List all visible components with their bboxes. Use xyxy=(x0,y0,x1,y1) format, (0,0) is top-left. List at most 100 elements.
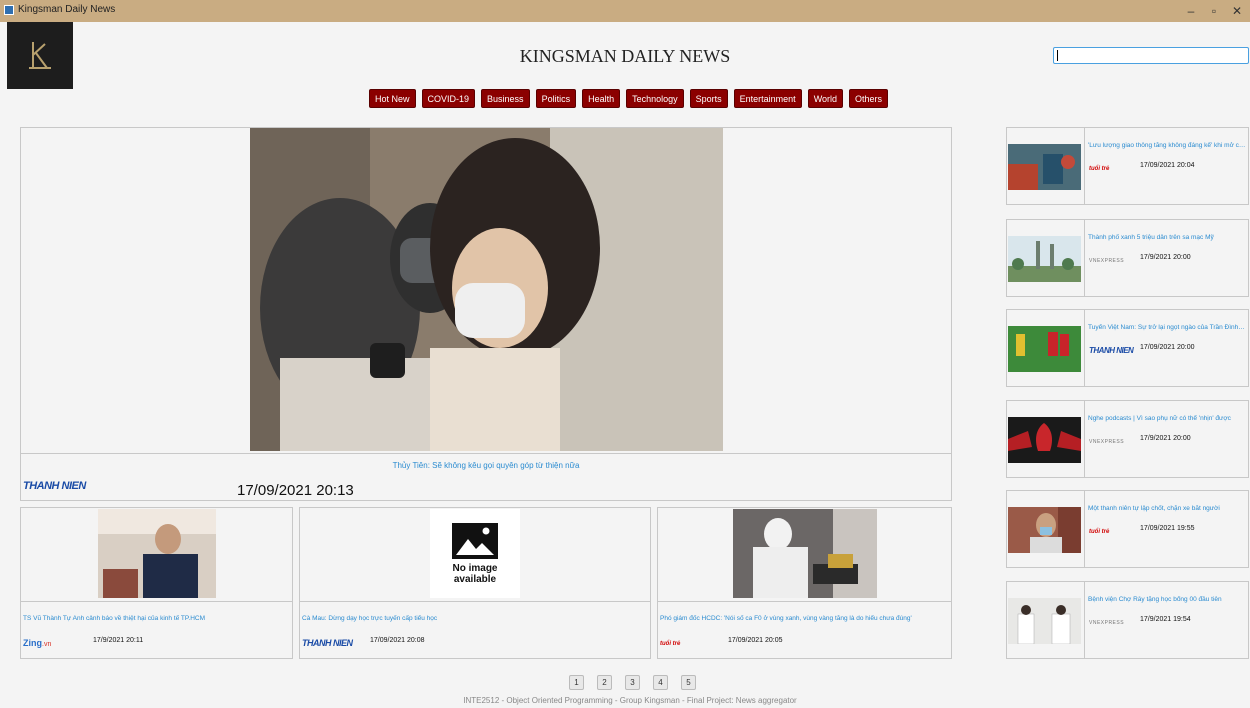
page-button-3[interactable]: 3 xyxy=(625,675,640,690)
sidebar-thumbnail[interactable] xyxy=(1008,598,1081,644)
thumbnail-photo xyxy=(1008,326,1081,372)
category-others[interactable]: Others xyxy=(849,89,889,108)
category-health[interactable]: Health xyxy=(582,89,621,108)
title-bar: Kingsman Daily News – ▫ ✕ xyxy=(0,0,1250,22)
sidebar-title[interactable]: Bệnh viện Chợ Rẫy tặng học bổng 00 đầu t… xyxy=(1088,596,1246,603)
source-logo-zing: Zing.vn xyxy=(23,638,52,648)
logo-icon xyxy=(29,42,51,69)
sidebar-time: 17/09/2021 20:04 xyxy=(1140,162,1195,169)
article-title[interactable]: Phó giám đốc HCDC: 'Nói số ca F0 ở vùng … xyxy=(660,615,941,622)
thumbnail-photo xyxy=(733,509,877,598)
sidebar-thumbnail[interactable] xyxy=(1008,326,1081,372)
text-caret xyxy=(1057,50,1058,61)
source-logo-thanhnien: THANH NIEN xyxy=(1089,346,1134,355)
thumbnail-photo xyxy=(98,509,216,598)
sidebar-article[interactable]: Bệnh viện Chợ Rẫy tặng học bổng 00 đầu t… xyxy=(1006,581,1249,659)
article-info: Phó giám đốc HCDC: 'Nói số ca F0 ở vùng … xyxy=(658,601,951,658)
category-world[interactable]: World xyxy=(807,89,844,108)
source-logo-vnexpress: VNEXPRESS xyxy=(1089,620,1125,626)
sidebar-thumbnail[interactable] xyxy=(1008,417,1081,463)
sidebar-title[interactable]: Một thanh niên tự lập chốt, chặn xe bắt … xyxy=(1088,505,1246,512)
source-logo-tuoitre: tuổi trẻ xyxy=(1089,529,1110,535)
featured-article[interactable]: Thủy Tiên: Sẽ không kêu gọi quyên góp từ… xyxy=(20,127,952,501)
sidebar-article[interactable]: Một thanh niên tự lập chốt, chặn xe bắt … xyxy=(1006,490,1249,568)
site-title: KINGSMAN DAILY NEWS xyxy=(519,46,731,66)
search-input[interactable] xyxy=(1053,47,1249,64)
source-logo-thanhnien: THANH NIEN xyxy=(23,480,86,492)
sidebar-title[interactable]: 'Lưu lượng giao thông tăng không đáng kể… xyxy=(1088,142,1246,149)
article-card[interactable]: Phó giám đốc HCDC: 'Nói số ca F0 ở vùng … xyxy=(657,507,952,659)
category-sports[interactable]: Sports xyxy=(689,89,728,108)
sidebar-thumbnail[interactable] xyxy=(1008,236,1081,282)
article-thumbnail[interactable]: No image available xyxy=(430,509,520,598)
page-button-4[interactable]: 4 xyxy=(653,675,668,690)
article-info: Cà Mau: Dừng dạy học trực tuyến cấp tiểu… xyxy=(300,601,650,658)
logo[interactable] xyxy=(7,22,73,89)
window-title: Kingsman Daily News xyxy=(18,4,116,15)
thumbnail-photo xyxy=(1008,598,1081,644)
category-covid-19[interactable]: COVID-19 xyxy=(421,89,476,108)
sidebar-time: 17/9/2021 20:00 xyxy=(1140,254,1191,261)
article-title[interactable]: TS Vũ Thành Tự Anh cảnh báo về thiệt hại… xyxy=(23,615,283,622)
article-card[interactable]: TS Vũ Thành Tự Anh cảnh báo về thiệt hại… xyxy=(20,507,293,659)
sidebar-title[interactable]: Nghe podcasts | Vì sao phụ nữ có thể 'nh… xyxy=(1088,415,1246,422)
source-logo-vnexpress: VNEXPRESS xyxy=(1089,439,1125,445)
sidebar-time: 17/09/2021 19:55 xyxy=(1140,525,1195,532)
sidebar-article[interactable]: Thành phố xanh 5 triệu dân trên sa mạc M… xyxy=(1006,219,1249,297)
article-thumbnail[interactable] xyxy=(733,509,877,598)
sidebar-thumbnail[interactable] xyxy=(1008,507,1081,553)
maximize-button[interactable]: ▫ xyxy=(1203,2,1225,20)
category-nav: Hot New COVID-19 Business Politics Healt… xyxy=(369,89,889,108)
featured-time: 17/09/2021 20:13 xyxy=(237,482,354,499)
article-thumbnail[interactable] xyxy=(98,509,216,598)
source-logo-tuoitre: tuổi trẻ xyxy=(1089,166,1110,172)
category-hot-new[interactable]: Hot New xyxy=(369,89,416,108)
sidebar-time: 17/9/2021 19:54 xyxy=(1140,616,1191,623)
page-button-1[interactable]: 1 xyxy=(569,675,584,690)
source-logo-vnexpress: VNEXPRESS xyxy=(1089,258,1125,264)
article-info: TS Vũ Thành Tự Anh cảnh báo về thiệt hại… xyxy=(21,601,292,658)
close-button[interactable]: ✕ xyxy=(1226,2,1248,20)
featured-title[interactable]: Thủy Tiên: Sẽ không kêu gọi quyên góp từ… xyxy=(21,461,951,470)
source-logo-thanhnien: THANH NIEN xyxy=(302,638,353,648)
article-time: 17/09/2021 20:05 xyxy=(728,637,783,644)
app-window: { "window": { "title": "Kingsman Daily N… xyxy=(0,0,1250,708)
article-time: 17/9/2021 20:11 xyxy=(93,637,144,644)
thumbnail-photo xyxy=(1008,417,1081,463)
thumbnail-photo xyxy=(1008,236,1081,282)
page-button-2[interactable]: 2 xyxy=(597,675,612,690)
category-technology[interactable]: Technology xyxy=(626,89,684,108)
sidebar-thumbnail[interactable] xyxy=(1008,144,1081,190)
source-logo-tuoitre: tuổi trẻ xyxy=(660,641,681,647)
category-politics[interactable]: Politics xyxy=(535,89,577,108)
article-card[interactable]: No image available Cà Mau: Dừng dạy học … xyxy=(299,507,651,659)
sidebar-article[interactable]: 'Lưu lượng giao thông tăng không đáng kể… xyxy=(1006,127,1249,205)
sidebar-info: Bệnh viện Chợ Rẫy tặng học bổng 00 đầu t… xyxy=(1084,582,1248,658)
footer-text: INTE2512 - Object Oriented Programming -… xyxy=(463,696,797,705)
pagination: 1 2 3 4 5 xyxy=(569,675,696,690)
sidebar-info: 'Lưu lượng giao thông tăng không đáng kể… xyxy=(1084,128,1248,204)
app-icon xyxy=(4,5,14,15)
page-button-5[interactable]: 5 xyxy=(681,675,696,690)
featured-image[interactable] xyxy=(250,128,723,451)
article-title[interactable]: Cà Mau: Dừng dạy học trực tuyến cấp tiểu… xyxy=(302,615,638,622)
sidebar-info: Nghe podcasts | Vì sao phụ nữ có thể 'nh… xyxy=(1084,401,1248,477)
article-time: 17/09/2021 20:08 xyxy=(370,637,425,644)
no-image-label: No image available xyxy=(452,563,498,585)
sidebar-info: Thành phố xanh 5 triệu dân trên sa mạc M… xyxy=(1084,220,1248,296)
category-business[interactable]: Business xyxy=(481,89,530,108)
thumbnail-photo xyxy=(1008,507,1081,553)
sidebar-time: 17/09/2021 20:00 xyxy=(1140,344,1195,351)
sidebar-time: 17/9/2021 20:00 xyxy=(1140,435,1191,442)
featured-photo xyxy=(250,128,723,451)
sidebar-article[interactable]: Nghe podcasts | Vì sao phụ nữ có thể 'nh… xyxy=(1006,400,1249,478)
sidebar-title[interactable]: Thành phố xanh 5 triệu dân trên sa mạc M… xyxy=(1088,234,1246,241)
minimize-button[interactable]: – xyxy=(1180,2,1202,20)
sidebar-info: Một thanh niên tự lập chốt, chặn xe bắt … xyxy=(1084,491,1248,567)
sidebar-article[interactable]: Tuyển Việt Nam: Sự trở lại ngọt ngào của… xyxy=(1006,309,1249,387)
category-entertainment[interactable]: Entertainment xyxy=(733,89,802,108)
featured-info: Thủy Tiên: Sẽ không kêu gọi quyên góp từ… xyxy=(21,453,951,500)
thumbnail-photo xyxy=(1008,144,1081,190)
sidebar-title[interactable]: Tuyển Việt Nam: Sự trở lại ngọt ngào của… xyxy=(1088,324,1246,331)
sidebar-info: Tuyển Việt Nam: Sự trở lại ngọt ngào của… xyxy=(1084,310,1248,386)
